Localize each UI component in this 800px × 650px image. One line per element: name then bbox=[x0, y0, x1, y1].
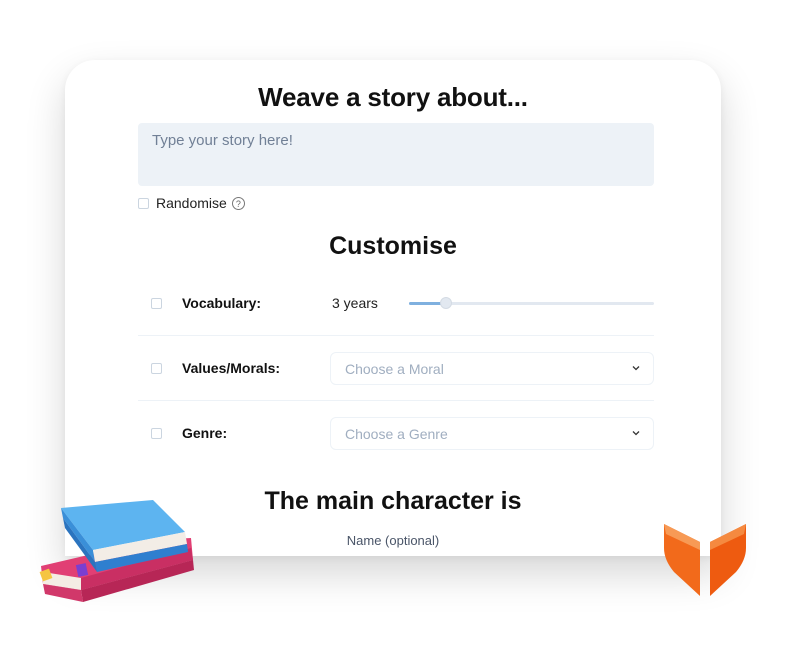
genre-label: Genre: bbox=[182, 425, 228, 441]
logo-icon bbox=[664, 524, 746, 596]
genre-select[interactable]: Choose a Genre bbox=[330, 417, 654, 450]
books-icon bbox=[39, 500, 194, 602]
morals-label: Values/Morals: bbox=[182, 360, 281, 376]
customise-heading: Customise bbox=[329, 232, 457, 260]
moral-select-placeholder: Choose a Moral bbox=[345, 360, 444, 377]
morals-row: Values/Morals: Choose a Moral bbox=[138, 336, 654, 401]
vocabulary-slider[interactable] bbox=[409, 297, 654, 309]
chevron-down-icon bbox=[632, 431, 640, 436]
moral-select[interactable]: Choose a Moral bbox=[330, 352, 654, 385]
vocabulary-label: Vocabulary: bbox=[182, 295, 262, 311]
randomise-checkbox[interactable] bbox=[138, 197, 149, 209]
story-input[interactable] bbox=[138, 123, 654, 186]
story-form-card: Weave a story about... Randomise ? Custo… bbox=[65, 60, 721, 556]
randomise-option: Randomise ? bbox=[138, 195, 245, 211]
genre-row: Genre: Choose a Genre bbox=[138, 401, 654, 465]
question-circle-icon[interactable]: ? bbox=[231, 196, 245, 210]
randomise-label: Randomise bbox=[156, 195, 227, 211]
vocabulary-slider-thumb[interactable] bbox=[439, 297, 452, 309]
chevron-down-icon bbox=[632, 366, 640, 371]
morals-checkbox[interactable] bbox=[151, 362, 162, 374]
page-title: Weave a story about... bbox=[258, 82, 528, 112]
vocabulary-row: Vocabulary: 3 years bbox=[138, 271, 654, 336]
genre-checkbox[interactable] bbox=[151, 427, 162, 439]
genre-select-placeholder: Choose a Genre bbox=[345, 425, 448, 442]
vocabulary-checkbox[interactable] bbox=[151, 297, 162, 309]
vocabulary-value: 3 years bbox=[332, 295, 378, 311]
